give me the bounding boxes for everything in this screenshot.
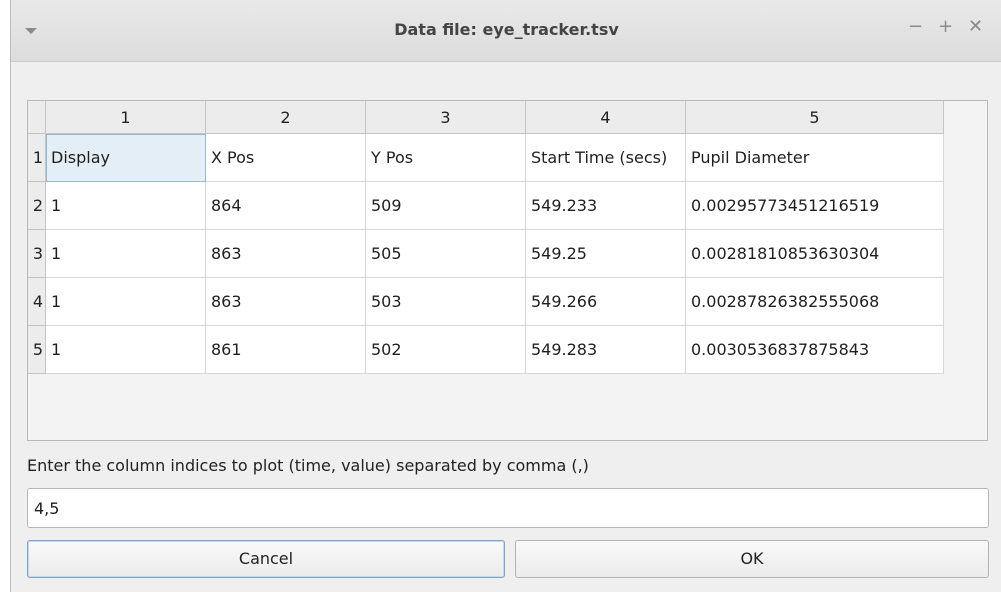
table-cell[interactable]: 1 (46, 230, 206, 278)
table-cell[interactable]: 549.283 (526, 326, 686, 374)
table-cell[interactable]: Display (46, 134, 206, 182)
table-cell[interactable]: 509 (366, 182, 526, 230)
table-cell[interactable]: 549.266 (526, 278, 686, 326)
row-header-1[interactable]: 1 (28, 134, 46, 182)
table-cell[interactable]: X Pos (206, 134, 366, 182)
table-cell[interactable]: 549.233 (526, 182, 686, 230)
table-cell[interactable]: Start Time (secs) (526, 134, 686, 182)
table-cell[interactable]: 0.00287826382555068 (686, 278, 944, 326)
titlebar[interactable]: Data file: eye_tracker.tsv − + ✕ (11, 0, 1001, 62)
window-title: Data file: eye_tracker.tsv (394, 20, 619, 39)
ok-button[interactable]: OK (515, 540, 989, 578)
table-cell[interactable]: 0.0030536837875843 (686, 326, 944, 374)
table-cell[interactable]: Y Pos (366, 134, 526, 182)
table-cell[interactable]: 1 (46, 182, 206, 230)
table-cell[interactable]: 0.00295773451216519 (686, 182, 944, 230)
maximize-icon[interactable]: + (938, 16, 953, 38)
column-indices-label: Enter the column indices to plot (time, … (27, 456, 589, 475)
table-cell[interactable]: 863 (206, 230, 366, 278)
cancel-button[interactable]: Cancel (27, 540, 505, 578)
table-cell[interactable]: 864 (206, 182, 366, 230)
table-cell[interactable]: 549.25 (526, 230, 686, 278)
table-cell[interactable]: 0.00281810853630304 (686, 230, 944, 278)
column-header-5[interactable]: 5 (686, 101, 944, 134)
table-cell[interactable]: 503 (366, 278, 526, 326)
column-header-3[interactable]: 3 (366, 101, 526, 134)
table-cell[interactable]: 1 (46, 278, 206, 326)
column-indices-input[interactable] (27, 488, 989, 528)
table-cell[interactable]: 861 (206, 326, 366, 374)
table-cell[interactable]: 505 (366, 230, 526, 278)
data-table[interactable]: 1 2 3 4 5 1 2 3 4 5 Display X Pos Y Pos … (27, 100, 988, 441)
table-cell[interactable]: 863 (206, 278, 366, 326)
row-header-4[interactable]: 4 (28, 278, 46, 326)
close-icon[interactable]: ✕ (968, 16, 983, 38)
row-header-5[interactable]: 5 (28, 326, 46, 374)
column-header-2[interactable]: 2 (206, 101, 366, 134)
table-cell[interactable]: Pupil Diameter (686, 134, 944, 182)
dialog-window: Data file: eye_tracker.tsv − + ✕ 1 2 3 4… (10, 0, 1001, 592)
table-cell[interactable]: 502 (366, 326, 526, 374)
table-cell[interactable]: 1 (46, 326, 206, 374)
table-corner[interactable] (28, 101, 46, 134)
column-header-1[interactable]: 1 (46, 101, 206, 134)
column-header-4[interactable]: 4 (526, 101, 686, 134)
row-header-3[interactable]: 3 (28, 230, 46, 278)
row-header-2[interactable]: 2 (28, 182, 46, 230)
minimize-icon[interactable]: − (908, 16, 923, 38)
